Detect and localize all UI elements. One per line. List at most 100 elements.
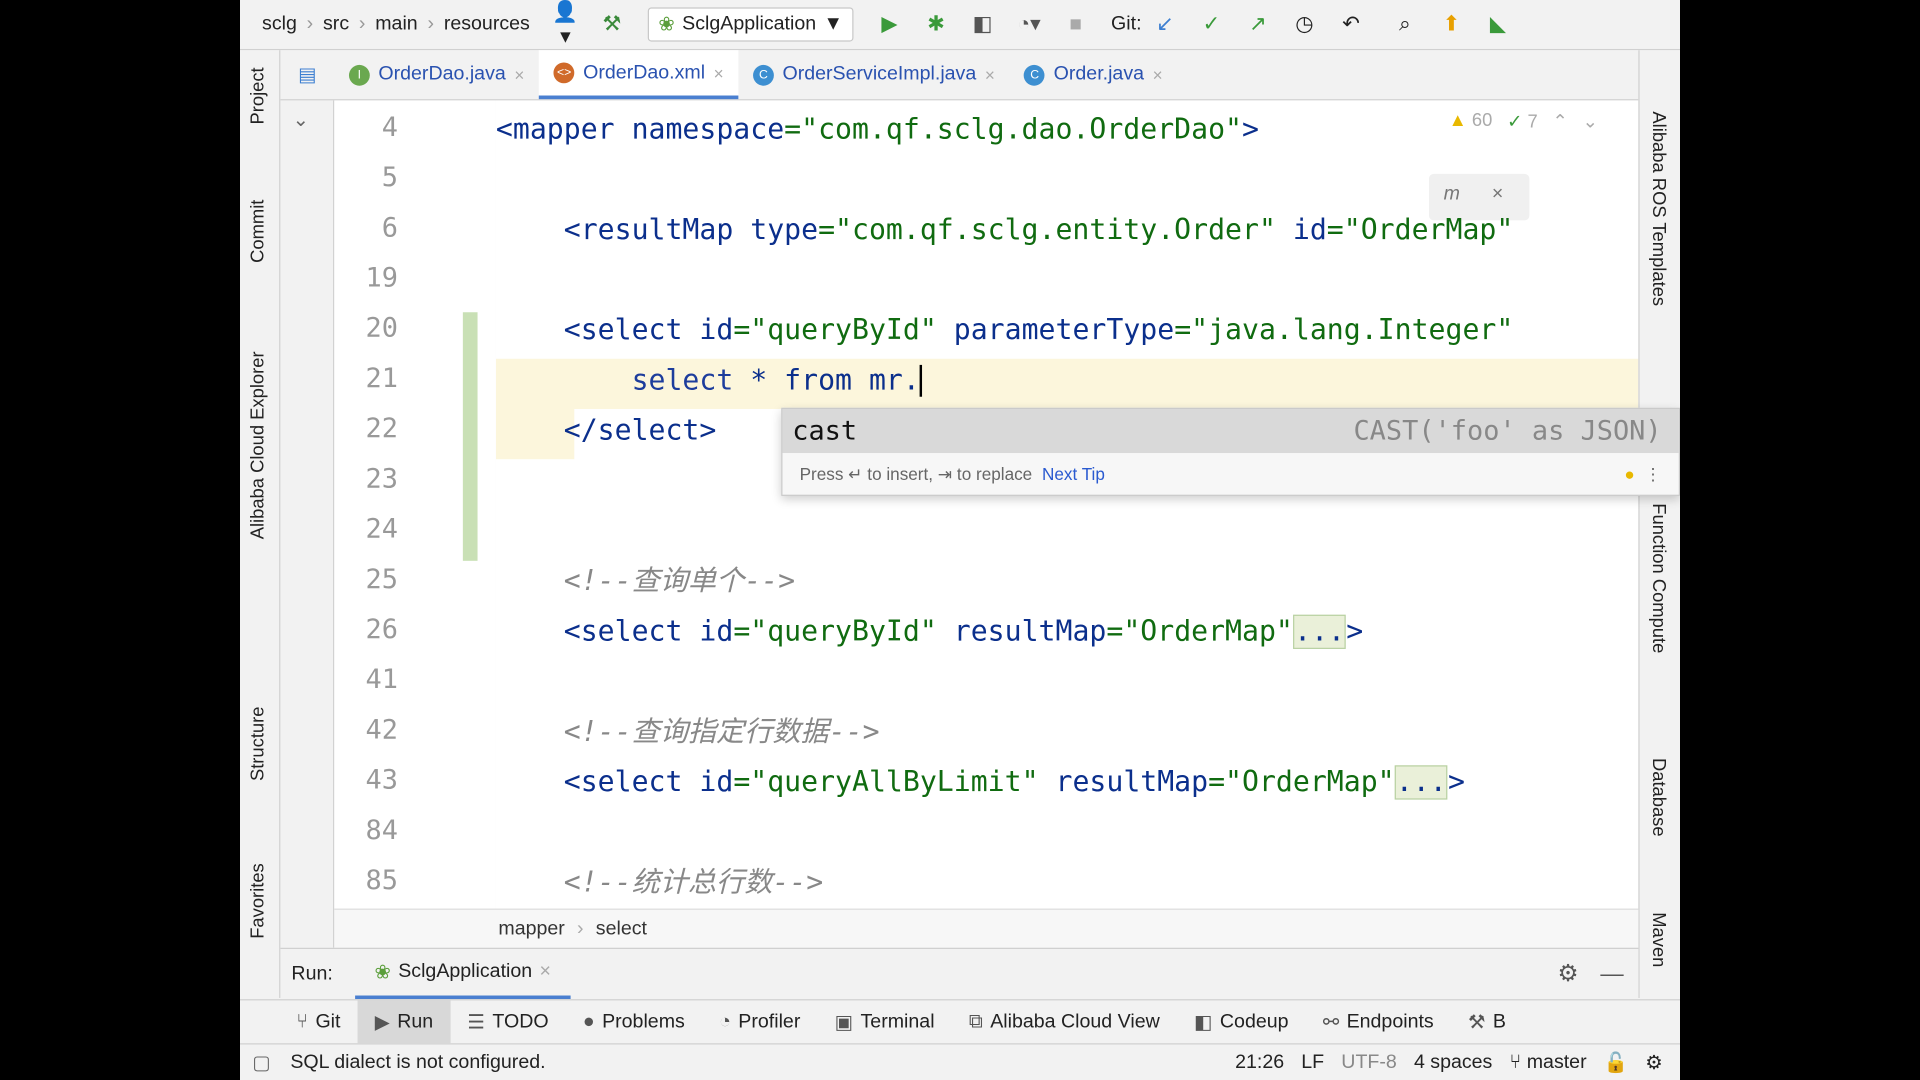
tool-structure[interactable]: Structure [247,707,268,782]
tool-commit[interactable]: Commit [247,200,268,263]
git-commit-icon[interactable]: ✓ [1198,12,1225,36]
line-number: 19 [365,263,398,294]
code-line[interactable]: <mapper namespace="com.qf.sclg.dao.Order… [496,105,1259,155]
bottom-tab-todo[interactable]: ☰ TODO [450,1000,565,1043]
tool-database[interactable]: Database [1648,758,1669,837]
endpoints-icon: ⚯ [1322,1012,1340,1033]
debug-icon[interactable]: ✱ [922,12,949,36]
tab-orderserviceimpl-java[interactable]: C OrderServiceImpl.java × [738,50,1009,99]
next-icon[interactable]: ⌄ [1583,110,1598,132]
code-line[interactable]: </select> [496,407,717,457]
tool-function-compute[interactable]: Function Compute [1648,503,1669,653]
tool-maven[interactable]: Maven [1648,912,1669,967]
search-icon[interactable]: ⌕ [1391,12,1418,36]
bottom-tab-profiler[interactable]: ◔ Profiler [702,1000,818,1043]
minimize-icon[interactable]: — [1600,961,1623,988]
bottom-tab-endpoints[interactable]: ⚯ Endpoints [1306,1000,1451,1043]
tool-ros-templates[interactable]: Alibaba ROS Templates [1648,111,1669,306]
nav-breadcrumb: sclg › src › main › resources [262,13,530,35]
code-line[interactable]: <select id="queryById" resultMap="OrderM… [496,607,1363,657]
breadcrumb-item[interactable]: main [375,13,417,35]
tool-favorites[interactable]: Favorites [247,863,268,939]
bottom-tab-run[interactable]: ▶ Run [357,1000,451,1044]
code-line[interactable]: <!--统计总行数--> [496,858,824,908]
code-line[interactable]: <!--查询单个--> [496,557,795,607]
vcs-change-marker[interactable] [462,312,478,561]
bottom-tool-tabs: ⑂ Git ▶ Run ☰ TODO ● Problems ◔ Profiler ▣ Terminal… [240,999,1681,1044]
caret-position[interactable]: 21:26 [1235,1051,1284,1073]
close-icon[interactable]: × [1153,65,1163,85]
lock-icon[interactable]: 🔓 [1604,1050,1628,1074]
coverage-icon[interactable]: ◧ [969,12,996,36]
code-line[interactable]: select * from mr. [496,356,923,406]
project-toggle-icon[interactable]: ▤ [280,50,334,99]
profile-icon[interactable]: ◔▾ [1016,12,1043,36]
warning-count: ▲ 60 [1448,110,1493,132]
bottom-tab-git[interactable]: ⑂ Git [279,1000,357,1043]
inspection-widget[interactable]: ▲ 60 ✓ 7 ⌃ ⌄ [1449,110,1598,132]
breadcrumb-select[interactable]: select [596,918,647,940]
lightbulb-icon[interactable]: ● [1624,464,1634,484]
file-encoding[interactable]: UTF-8 [1341,1051,1397,1073]
tab-orderdao-xml[interactable]: <> OrderDao.xml × [539,50,739,100]
stop-icon[interactable]: ■ [1062,12,1089,36]
tool-alibaba-cloud-explorer[interactable]: Alibaba Cloud Explorer [247,351,268,539]
close-icon[interactable]: × [985,65,995,85]
git-update-icon[interactable]: ↙ [1151,12,1178,36]
run-icon[interactable]: ▶ [876,12,903,36]
terminal-icon: ▣ [834,1012,854,1033]
bottom-tab-terminal[interactable]: ▣ Terminal [818,1000,952,1043]
line-number: 6 [381,213,398,244]
text-cursor [919,364,923,397]
b-icon: ⚒ [1468,1012,1486,1033]
chevron-right-icon: › [427,13,435,35]
git-push-icon[interactable]: ↗ [1244,12,1271,36]
project-pane-collapsed[interactable]: ⌄ [280,100,335,948]
code-line[interactable]: <select id="queryAllByLimit" resultMap="… [496,758,1465,808]
breadcrumb-item[interactable]: src [323,13,349,35]
problems-icon: ● [582,1010,595,1032]
code-line[interactable]: <resultMap type="com.qf.sclg.entity.Orde… [496,206,1514,256]
close-icon[interactable]: × [714,63,724,83]
todo-icon: ☰ [467,1012,485,1033]
chevron-down-icon: ⌄ [292,110,310,132]
plugin-icon[interactable]: ◣ [1484,12,1511,36]
rollback-icon[interactable]: ↶ [1337,12,1364,36]
bottom-tab-codeup[interactable]: ◧ Codeup [1177,1000,1306,1043]
bottom-tab-alibaba-cloud-view[interactable]: ⧉ Alibaba Cloud View [952,1000,1177,1043]
line-number: 21 [365,363,398,395]
tab-orderdao-java[interactable]: I OrderDao.java × [334,50,539,99]
ok-count: ✓ 7 [1507,111,1538,133]
update-icon[interactable]: ⬆ [1438,12,1465,36]
prev-icon[interactable]: ⌃ [1552,110,1567,132]
bottom-tab-b[interactable]: ⚒ B [1451,1000,1523,1043]
close-icon[interactable]: × [514,65,524,85]
line-number: 84 [365,815,398,847]
run-tab[interactable]: ❀ SclgApplication × [354,949,571,1000]
next-tip-link[interactable]: Next Tip [1042,464,1105,484]
codeup-icon: ◧ [1194,1012,1213,1033]
code-editor[interactable]: ▲ 60 ✓ 7 ⌃ ⌄ m × <mapper namespace="com.qf… [495,100,1639,909]
git-label: Git: [1111,13,1142,35]
gear-icon[interactable]: ⚙ [1557,960,1578,988]
code-line[interactable]: <!--查询指定行数据--> [496,708,880,758]
user-icon[interactable]: 👤▾ [552,0,579,49]
tab-order-java[interactable]: C Order.java × [1010,50,1178,99]
breadcrumb-item[interactable]: sclg [262,13,297,35]
notifications-icon[interactable]: ⚙ [1645,1050,1663,1074]
branch-widget[interactable]: ⑂ master [1510,1051,1587,1073]
run-config-select[interactable]: ❀ SclgApplication ▼ [647,7,854,42]
tool-project[interactable]: Project [247,67,268,124]
code-line[interactable]: <select id="queryById" parameterType="ja… [496,306,1514,356]
more-icon[interactable]: ⋮ [1644,463,1661,484]
completion-item[interactable]: cast CAST('foo' as JSON) [782,408,1679,454]
indent-setting[interactable]: 4 spaces [1414,1051,1492,1073]
breadcrumb-mapper[interactable]: mapper [498,918,564,940]
history-icon[interactable]: ◷ [1291,12,1318,36]
close-icon[interactable]: × [540,961,551,983]
build-hammer-icon[interactable]: ⚒ [598,12,625,36]
panel-toggle-icon[interactable]: ▢ [252,1050,271,1074]
line-separator[interactable]: LF [1301,1051,1324,1073]
breadcrumb-item[interactable]: resources [444,13,530,35]
bottom-tab-problems[interactable]: ● Problems [566,1000,702,1043]
